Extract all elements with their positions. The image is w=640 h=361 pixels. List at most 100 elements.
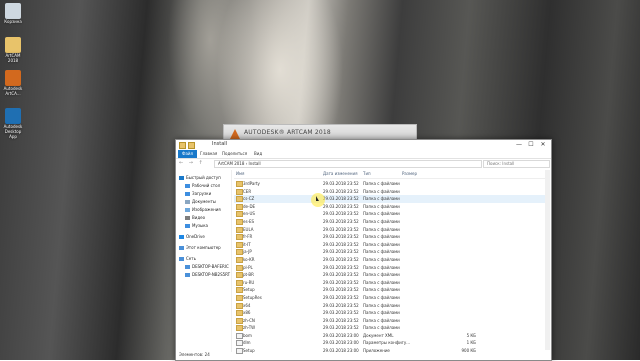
close-button[interactable]: ✕ <box>537 140 549 149</box>
desktop-shortcut[interactable]: Autodesk ArtCA... <box>2 70 24 96</box>
folder-icon <box>5 37 21 53</box>
nav-item[interactable]: OneDrive <box>179 234 205 239</box>
nav-item[interactable]: DESKTOP-NB2S5RT <box>185 272 230 277</box>
maximize-button[interactable]: ☐ <box>525 140 537 149</box>
star-icon <box>179 176 184 180</box>
column-size[interactable]: Размер <box>402 171 417 176</box>
desktop-shortcut-label: Корзина <box>4 19 22 24</box>
file-date: 29.03.2018 23:52 <box>323 310 359 316</box>
file-name: EULA <box>243 226 254 232</box>
search-input[interactable]: Поиск: Install <box>483 160 550 168</box>
autodesk-icon <box>5 70 21 86</box>
file-row[interactable]: bom 29.03.2018 23:00 Документ XML 5 КБ <box>234 332 546 340</box>
column-date[interactable]: Дата изменения <box>323 171 358 176</box>
file-type: Папка с файлами <box>363 203 400 209</box>
nav-item[interactable]: Сеть <box>179 256 196 261</box>
onedrive-icon <box>179 235 184 239</box>
file-type: Папка с файлами <box>363 256 400 262</box>
tab-view[interactable]: Вид <box>254 150 262 158</box>
quick-access-toolbar[interactable] <box>179 142 195 149</box>
file-row[interactable]: pt-BR 29.03.2018 23:52 Папка с файлами <box>234 271 546 279</box>
folder-icon <box>236 287 243 294</box>
nav-item[interactable]: Рабочий стол <box>185 183 220 188</box>
file-row[interactable]: EULA 29.03.2018 23:52 Папка с файлами <box>234 226 546 234</box>
folder-icon <box>236 226 243 233</box>
file-date: 29.03.2018 23:52 <box>323 287 359 293</box>
file-name: pt-BR <box>243 272 254 278</box>
folder-icon <box>236 325 243 332</box>
folder-icon <box>236 302 243 309</box>
nav-item[interactable]: Музыка <box>185 223 208 228</box>
file-date: 29.03.2018 23:52 <box>323 249 359 255</box>
file-type: Папка с файлами <box>363 211 400 217</box>
title-bar: Install — ☐ ✕ <box>176 140 551 150</box>
file-row[interactable]: x86 29.03.2018 23:52 Папка с файлами <box>234 309 546 317</box>
cursor-highlight <box>311 193 325 207</box>
tab-share[interactable]: Поделиться <box>222 150 247 158</box>
file-row[interactable]: ko-KR 29.03.2018 23:52 Папка с файлами <box>234 256 546 264</box>
file-name: es-ES <box>243 218 255 224</box>
address-bar[interactable]: ArtCAM 2018 › Install <box>214 160 482 168</box>
nav-item-label: DESKTOP-NB2S5RT <box>192 272 231 277</box>
column-header: Имя Дата изменения Тип Размер <box>234 170 546 179</box>
file-type: Папка с файлами <box>363 272 400 278</box>
desktop-shortcut[interactable]: ArtCAM 2018 <box>2 37 24 63</box>
file-date: 29.03.2018 23:52 <box>323 226 359 232</box>
file-date: 29.03.2018 23:52 <box>323 325 359 331</box>
file-row[interactable]: CER 29.03.2018 23:52 Папка с файлами <box>234 188 546 196</box>
navigation-arrows[interactable]: ← → ↑ <box>179 160 205 166</box>
column-type[interactable]: Тип <box>363 171 371 176</box>
file-name: SetupRes <box>243 294 262 300</box>
file-row[interactable]: pl-PL 29.03.2018 23:52 Папка с файлами <box>234 264 546 272</box>
file-type: Папка с файлами <box>363 249 400 255</box>
file-row[interactable]: 3rdParty 29.03.2018 23:52 Папка с файлами <box>234 180 546 188</box>
desktop-shortcut[interactable]: Autodesk Desktop App <box>2 108 24 139</box>
file-type: Папка с файлами <box>363 196 400 202</box>
nav-item[interactable]: DESKTOP-BAFERIC <box>185 264 229 269</box>
file-row[interactable]: ja-JP 29.03.2018 23:52 Папка с файлами <box>234 248 546 256</box>
file-row[interactable]: x64 29.03.2018 23:52 Папка с файлами <box>234 302 546 310</box>
nav-item[interactable]: Этот компьютер <box>179 245 221 250</box>
file-row[interactable]: de-DE 29.03.2018 23:52 Папка с файлами <box>234 203 546 211</box>
file-row[interactable]: ru-RU 29.03.2018 23:52 Папка с файлами <box>234 279 546 287</box>
music-icon <box>185 224 190 228</box>
file-name: Setup <box>243 287 255 293</box>
file-row[interactable]: en-US 29.03.2018 23:52 Папка с файлами <box>234 210 546 218</box>
file-row[interactable]: zh-TW 29.03.2018 23:52 Папка с файлами <box>234 324 546 332</box>
folder-icon <box>236 218 243 225</box>
file-row[interactable]: es-ES 29.03.2018 23:52 Папка с файлами <box>234 218 546 226</box>
tab-home[interactable]: Главная <box>200 150 217 158</box>
nav-item[interactable]: Изображения <box>185 207 221 212</box>
file-row[interactable]: SetupRes 29.03.2018 23:52 Папка с файлами <box>234 294 546 302</box>
file-type: Папка с файлами <box>363 188 400 194</box>
nav-item[interactable]: Видео <box>185 215 205 220</box>
video-icon <box>185 216 190 220</box>
file-name: CER <box>243 188 252 194</box>
folder-icon <box>236 234 243 241</box>
nav-item-label: Документы <box>192 199 216 204</box>
minimize-button[interactable]: — <box>513 140 525 149</box>
file-name: pl-PL <box>243 264 253 270</box>
file-date: 29.03.2018 23:00 <box>323 340 359 346</box>
splash-title: AUTODESK® ARTCAM 2018 <box>244 129 331 136</box>
desktop-shortcut[interactable]: Корзина <box>2 3 24 24</box>
tab-file[interactable]: Файл <box>178 150 198 158</box>
file-row[interactable]: zh-CN 29.03.2018 23:52 Папка с файлами <box>234 317 546 325</box>
nav-item[interactable]: Быстрый доступ <box>179 175 221 180</box>
file-row[interactable]: dlm 29.03.2018 23:00 Параметры конфигу... 1… <box>234 339 546 347</box>
file-row[interactable]: cs-CZ 29.03.2018 23:52 Папка с файлами <box>234 195 546 203</box>
nav-item[interactable]: Загрузки <box>185 191 211 196</box>
column-name[interactable]: Имя <box>236 171 244 176</box>
ribbon-tabs: Файл Главная Поделиться Вид <box>176 150 551 159</box>
file-date: 29.03.2018 23:52 <box>323 241 359 247</box>
file-date: 29.03.2018 23:52 <box>323 302 359 308</box>
autodesk-logo-icon <box>230 129 240 139</box>
file-date: 29.03.2018 23:52 <box>323 196 359 202</box>
folder-icon <box>236 181 243 187</box>
file-row[interactable]: it-IT 29.03.2018 23:52 Папка с файлами <box>234 241 546 249</box>
file-row[interactable]: fr-FR 29.03.2018 23:52 Папка с файлами <box>234 233 546 241</box>
file-row[interactable]: Setup 29.03.2018 23:52 Папка с файлами <box>234 286 546 294</box>
file-type: Папка с файлами <box>363 264 400 270</box>
nav-item[interactable]: Документы <box>185 199 216 204</box>
scrollbar[interactable] <box>545 170 550 350</box>
